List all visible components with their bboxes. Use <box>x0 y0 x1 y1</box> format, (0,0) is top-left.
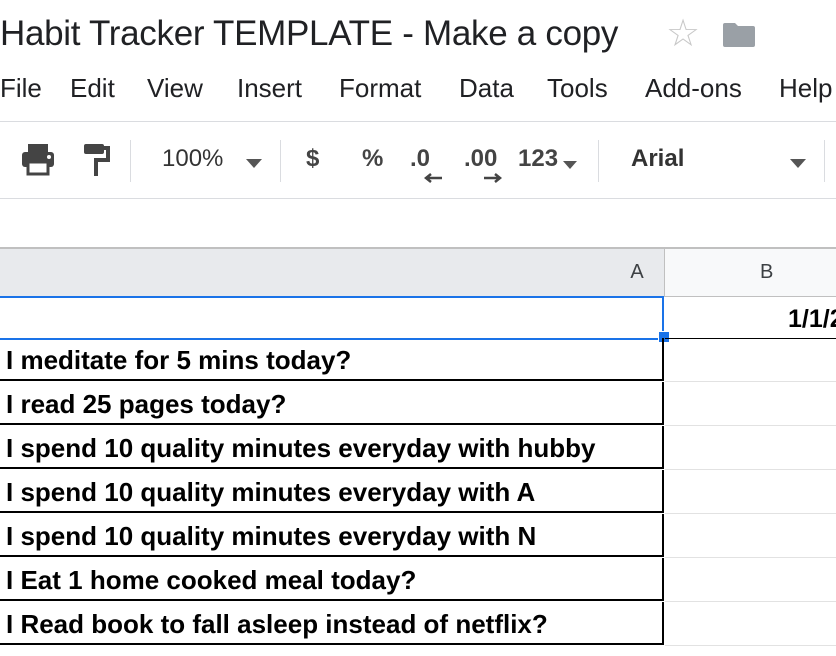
chevron-down-icon[interactable] <box>246 156 262 174</box>
menu-format[interactable]: Format <box>339 70 421 106</box>
chevron-down-icon[interactable] <box>790 156 806 174</box>
menu-file[interactable]: File <box>0 70 42 106</box>
table-row: I Eat 1 home cooked meal today? <box>0 558 836 602</box>
paint-format-icon[interactable] <box>82 142 110 183</box>
print-icon[interactable] <box>20 142 56 181</box>
divider <box>280 140 281 182</box>
cell-b[interactable] <box>665 338 836 382</box>
cell-a[interactable]: I Eat 1 home cooked meal today? <box>0 558 664 601</box>
table-row: I read 25 pages today? <box>0 382 836 426</box>
table-row: I Read book to fall asleep instead of ne… <box>0 602 836 646</box>
column-header-b[interactable]: B <box>665 249 836 296</box>
cell-b[interactable] <box>665 382 836 426</box>
star-icon[interactable]: ☆ <box>666 14 700 54</box>
cell-a[interactable]: I read 25 pages today? <box>0 382 664 425</box>
cell-a[interactable]: I spend 10 quality minutes everyday with… <box>0 514 664 557</box>
table-row: I spend 10 quality minutes everyday with… <box>0 514 836 558</box>
document-title[interactable]: Habit Tracker TEMPLATE - Make a copy <box>0 12 618 56</box>
menu-tools[interactable]: Tools <box>547 70 608 106</box>
cell-b[interactable] <box>665 426 836 470</box>
divider <box>824 140 825 182</box>
table-row: I meditate for 5 mins today? <box>0 338 836 382</box>
cell-b[interactable] <box>665 558 836 602</box>
cell-b1-value: 1/1/2 <box>788 305 836 333</box>
toolbar: 100% $ % .0 .00 123 Arial <box>0 130 836 192</box>
divider <box>598 140 599 182</box>
percent-format-button[interactable]: % <box>362 144 383 174</box>
chevron-down-icon[interactable] <box>563 157 577 175</box>
table-row: I spend 10 quality minutes everyday with… <box>0 470 836 514</box>
cell-a[interactable]: I Read book to fall asleep instead of ne… <box>0 602 664 645</box>
cell-b[interactable] <box>665 470 836 514</box>
table-row: I spend 10 quality minutes everyday with… <box>0 426 836 470</box>
menu-edit[interactable]: Edit <box>70 70 115 106</box>
menu-insert[interactable]: Insert <box>237 70 302 106</box>
selected-cell-a1[interactable] <box>0 296 664 340</box>
divider <box>130 140 131 182</box>
more-formats-button[interactable]: 123 <box>518 144 558 174</box>
column-header-a[interactable]: A <box>0 249 665 296</box>
font-select[interactable]: Arial <box>631 144 684 174</box>
currency-format-button[interactable]: $ <box>306 144 319 174</box>
divider <box>0 198 836 199</box>
folder-icon[interactable] <box>722 22 756 48</box>
arrow-left-icon <box>423 170 442 188</box>
zoom-select[interactable]: 100% <box>162 144 223 174</box>
cell-a[interactable]: I spend 10 quality minutes everyday with… <box>0 426 664 469</box>
divider <box>0 121 836 122</box>
cell-b[interactable] <box>665 514 836 558</box>
menu-view[interactable]: View <box>147 70 203 106</box>
arrow-right-icon <box>484 170 503 188</box>
cell-a[interactable]: I meditate for 5 mins today? <box>0 338 664 381</box>
menu-data[interactable]: Data <box>459 70 514 106</box>
menu-help[interactable]: Help <box>779 70 832 106</box>
menu-addons[interactable]: Add-ons <box>645 70 742 106</box>
cell-a[interactable]: I spend 10 quality minutes everyday with… <box>0 470 664 513</box>
cell-b[interactable] <box>665 602 836 646</box>
